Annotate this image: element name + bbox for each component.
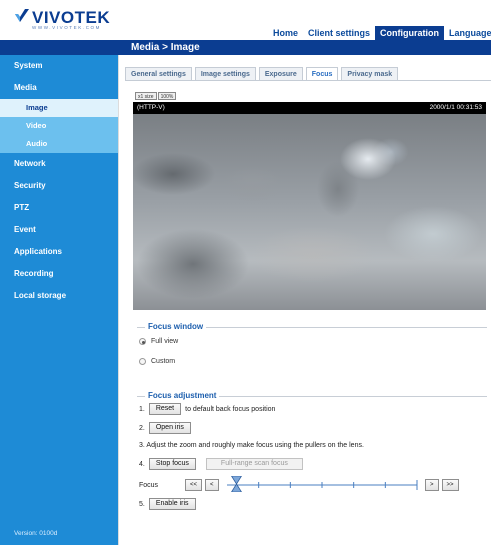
- focus-label: Focus: [139, 481, 159, 489]
- custom-radio-icon[interactable]: [139, 358, 146, 365]
- enable-iris-button[interactable]: Enable iris: [148, 498, 196, 510]
- tab-bar: General settings Image settings Exposure…: [125, 67, 399, 80]
- radio-full-view[interactable]: Full view: [139, 338, 178, 345]
- sidebar-item-ptz[interactable]: PTZ: [0, 197, 118, 219]
- tab-focus[interactable]: Focus: [305, 67, 339, 80]
- logo-url: WWW.VIVOTEK.COM: [32, 25, 101, 30]
- zoom-x1-button[interactable]: x1 size: [135, 92, 157, 100]
- video-caption-bar: (HTTP-V) 2000/1/1 00:31:53: [133, 102, 486, 114]
- sidebar-item-media[interactable]: Media: [0, 77, 118, 99]
- tab-image-settings[interactable]: Image settings: [194, 67, 256, 80]
- sidebar-subitem-image[interactable]: Image: [0, 99, 118, 117]
- stop-focus-button[interactable]: Stop focus: [148, 458, 196, 470]
- video-timestamp: 2000/1/1 00:31:53: [429, 104, 482, 111]
- custom-label: Custom: [151, 358, 176, 365]
- vivotek-logo[interactable]: VIVOTEK WWW.VIVOTEK.COM: [14, 8, 134, 34]
- sidebar-item-event[interactable]: Event: [0, 219, 118, 241]
- tab-exposure[interactable]: Exposure: [258, 67, 303, 80]
- sidebar-subitem-video[interactable]: Video: [0, 117, 118, 135]
- reset-description: to default back focus position: [185, 405, 276, 413]
- main-panel: General settings Image settings Exposure…: [118, 55, 491, 545]
- open-iris-button[interactable]: Open iris: [148, 422, 191, 434]
- reset-button[interactable]: Reset: [148, 403, 182, 415]
- version-label: Version: 0100d: [14, 530, 58, 537]
- nav-language[interactable]: Language: [444, 26, 491, 40]
- sidebar-item-recording[interactable]: Recording: [0, 263, 118, 285]
- focus-right-button[interactable]: >: [425, 479, 439, 491]
- step-2: 2. Open iris: [139, 422, 191, 434]
- focus-right-buttons: > >>: [425, 479, 459, 491]
- nav-client-settings[interactable]: Client settings: [303, 26, 375, 40]
- focus-slider-thumb[interactable]: [231, 476, 242, 492]
- focus-slider[interactable]: [221, 476, 419, 492]
- focus-left-button[interactable]: <: [205, 479, 219, 491]
- nav-home[interactable]: Home: [268, 26, 303, 40]
- logo-check-icon: [15, 9, 29, 22]
- header: VIVOTEK WWW.VIVOTEK.COM Home Client sett…: [0, 0, 491, 40]
- radio-custom[interactable]: Custom: [139, 358, 175, 365]
- focus-window-legend: Focus window: [145, 322, 207, 331]
- focus-control-row: Focus << <: [139, 479, 219, 491]
- nav-configuration[interactable]: Configuration: [375, 26, 445, 40]
- zoom-100-button[interactable]: 100%: [157, 92, 177, 100]
- full-range-scan-focus-button[interactable]: Full-range scan focus: [205, 458, 303, 470]
- sidebar: System Media Image Video Audio Network S…: [0, 40, 118, 545]
- sidebar-item-local-storage[interactable]: Local storage: [0, 285, 118, 307]
- stream-label: (HTTP-V): [137, 104, 165, 111]
- sidebar-item-network[interactable]: Network: [0, 153, 118, 175]
- sidebar-item-system[interactable]: System: [0, 55, 118, 77]
- page-title: Media > Image: [118, 40, 491, 55]
- sidebar-subitem-audio[interactable]: Audio: [0, 135, 118, 153]
- focus-window-group: Focus window: [137, 322, 487, 377]
- zoom-buttons: x1 size 100%: [135, 92, 177, 100]
- full-view-label: Full view: [151, 338, 179, 345]
- sidebar-item-security[interactable]: Security: [0, 175, 118, 197]
- focus-adjustment-legend: Focus adjustment: [145, 391, 220, 400]
- camera-image[interactable]: [133, 114, 486, 310]
- step-1: 1. Reset to default back focus position: [139, 403, 275, 415]
- step-4: 4. Stop focus Full-range scan focus: [139, 458, 303, 470]
- sidebar-item-applications[interactable]: Applications: [0, 241, 118, 263]
- live-video-view[interactable]: (HTTP-V) 2000/1/1 00:31:53: [133, 102, 486, 310]
- step-3: 3. Adjust the zoom and roughly make focu…: [139, 442, 364, 449]
- top-navigation: Home Client settings Configuration Langu…: [268, 26, 491, 40]
- full-view-radio-icon[interactable]: [139, 338, 146, 345]
- step-5: 5. Enable iris: [139, 498, 196, 510]
- step-3-text: 3. Adjust the zoom and roughly make focu…: [139, 442, 364, 449]
- focus-far-right-button[interactable]: >>: [441, 479, 459, 491]
- tab-privacy-mask[interactable]: Privacy mask: [341, 67, 399, 80]
- tab-general-settings[interactable]: General settings: [125, 67, 192, 80]
- focus-far-left-button[interactable]: <<: [185, 479, 203, 491]
